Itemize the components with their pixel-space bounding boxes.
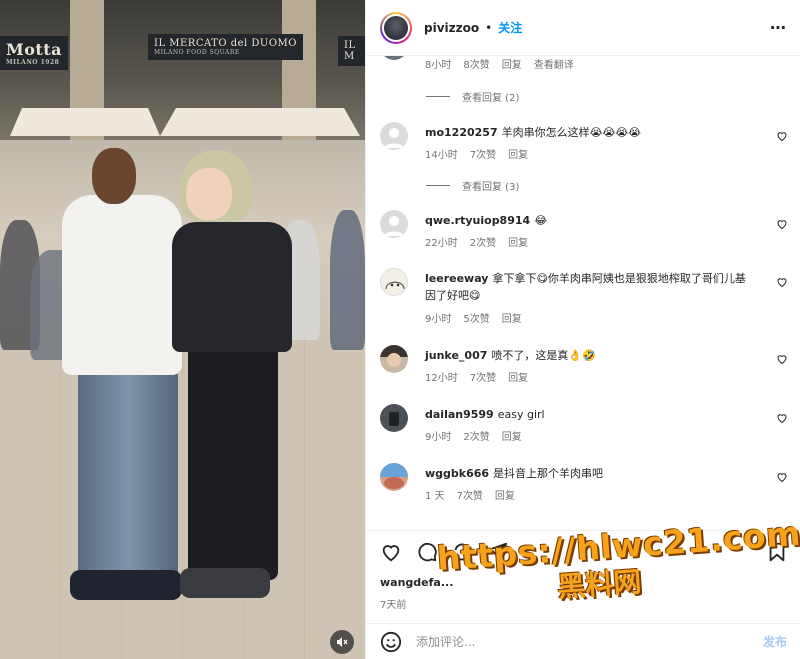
woman-shoes	[180, 568, 270, 598]
commenter-avatar[interactable]	[380, 345, 408, 373]
default-avatar-icon	[384, 216, 404, 236]
reply-button[interactable]: 回复	[508, 369, 528, 384]
comment-item: dailan9599 easy girl 9小时 2次赞 回复	[380, 404, 790, 448]
man-tshirt	[62, 195, 182, 375]
pavement	[0, 330, 365, 659]
like-comment-heart-icon[interactable]	[776, 412, 788, 424]
partial-sign: IL M	[338, 36, 365, 66]
post-header: pivizzoo • 关注 ⋯	[366, 0, 800, 56]
reply-button[interactable]: 回复	[508, 234, 528, 249]
comment-meta: 9小时 2次赞 回复	[425, 428, 522, 443]
comment-text: mo1220257 羊肉串你怎么这样😭😭😭😭	[425, 126, 642, 139]
man-jeans	[78, 370, 178, 580]
reply-button[interactable]: 回复	[495, 487, 515, 502]
comments-list: 8小时 8次赞 回复 查看翻译 查看回复 (2) mo1220257 羊肉串你怎么…	[366, 56, 800, 526]
woman-top	[172, 222, 292, 352]
comment-item: wggbk666 是抖音上那个羊肉串吧 1 天 7次赞 回复	[380, 463, 790, 507]
commenter-username[interactable]: wggbk666	[425, 467, 489, 480]
motta-sign: Motta MILANO 1928	[0, 36, 69, 70]
photo-avatar-icon	[380, 463, 408, 489]
comment-item: junke_007 喷不了，这是真👌🤣 12小时 7次赞 回复	[380, 345, 790, 389]
speaker-muted-icon	[337, 637, 348, 647]
post-media-video[interactable]: Motta MILANO 1928 IL MERCATO del DUOMO MIL…	[0, 0, 365, 659]
view-replies-button[interactable]: 查看回复 (2)	[426, 89, 519, 104]
mercato-sign: IL MERCATO del DUOMO MILANO FOOD SQUARE	[148, 34, 303, 60]
commenter-avatar[interactable]	[380, 122, 408, 150]
post-comment-button[interactable]: 发布	[763, 633, 787, 650]
more-options-icon[interactable]: ⋯	[770, 18, 787, 37]
commenter-username[interactable]: mo1220257	[425, 126, 498, 139]
like-comment-heart-icon[interactable]	[776, 130, 788, 142]
comment-meta: 1 天 7次赞 回复	[425, 487, 515, 502]
commenter-username[interactable]: dailan9599	[425, 408, 494, 421]
emoji-icon[interactable]	[380, 631, 402, 653]
author-username[interactable]: pivizzoo	[424, 21, 479, 35]
view-replies-button[interactable]: 查看回复 (3)	[426, 178, 519, 193]
comment-meta: 22小时 2次赞 回复	[425, 234, 528, 249]
man-head	[92, 148, 136, 204]
anime-avatar-icon	[385, 281, 405, 290]
add-comment-bar: 添加评论... 发布	[366, 623, 800, 659]
reply-button[interactable]: 回复	[502, 428, 522, 443]
author-avatar[interactable]	[380, 11, 412, 44]
like-heart-icon[interactable]	[380, 541, 402, 563]
umbrella	[160, 108, 360, 136]
commenter-avatar[interactable]	[380, 56, 408, 60]
post-timestamp[interactable]: 7天前	[380, 596, 406, 611]
woman-pants	[188, 345, 278, 580]
comment-item: 8小时 8次赞 回复 查看翻译	[380, 56, 790, 76]
comment-item: qwe.rtyuiop8914 😂 22小时 2次赞 回复	[380, 210, 790, 254]
audio-toggle-button[interactable]	[330, 630, 354, 654]
woman-face	[186, 168, 232, 220]
comment-text: dailan9599 easy girl	[425, 408, 545, 421]
reply-button[interactable]: 回复	[502, 56, 522, 71]
commenter-username[interactable]: junke_007	[425, 349, 487, 362]
man-shoes	[70, 570, 182, 600]
commenter-avatar[interactable]	[380, 268, 408, 296]
like-comment-heart-icon[interactable]	[776, 471, 788, 483]
instagram-post-modal: Motta MILANO 1928 IL MERCATO del DUOMO MIL…	[0, 0, 800, 659]
photo-avatar-icon	[389, 412, 399, 426]
crowd-figure	[330, 210, 365, 350]
follow-button[interactable]: 关注	[498, 19, 522, 36]
photo-avatar-icon	[380, 345, 408, 367]
comment-meta: 14小时 7次赞 回复	[425, 146, 528, 161]
like-comment-heart-icon[interactable]	[776, 218, 788, 230]
like-comment-heart-icon[interactable]	[776, 276, 788, 288]
comment-input[interactable]: 添加评论...	[416, 633, 763, 650]
comment-item: leereeway 拿下拿下😋你羊肉串阿姨也是狠狠地榨取了哥们儿基因了好吧😋 9小…	[380, 268, 790, 330]
like-comment-heart-icon[interactable]	[776, 353, 788, 365]
commenter-username[interactable]: leereeway	[425, 272, 488, 285]
reply-button[interactable]: 回复	[502, 310, 522, 325]
comment-text: leereeway 拿下拿下😋你羊肉串阿姨也是狠狠地榨取了哥们儿基因了好吧😋	[425, 272, 746, 302]
comment-text: junke_007 喷不了，这是真👌🤣	[425, 349, 596, 362]
comment-meta: 8小时 8次赞 回复 查看翻译	[425, 56, 574, 71]
comment-item: mo1220257 羊肉串你怎么这样😭😭😭😭 14小时 7次赞 回复	[380, 122, 790, 182]
comment-meta: 9小时 5次赞 回复	[425, 310, 522, 325]
commenter-avatar[interactable]	[380, 210, 408, 238]
commenter-username[interactable]: qwe.rtyuiop8914	[425, 214, 530, 227]
comment-text: qwe.rtyuiop8914 😂	[425, 214, 548, 227]
comment-meta: 12小时 7次赞 回复	[425, 369, 528, 384]
commenter-avatar[interactable]	[380, 404, 408, 432]
umbrella	[10, 108, 160, 136]
comment-bubble-icon[interactable]	[416, 541, 438, 563]
separator-dot: •	[485, 20, 493, 35]
see-translation-button[interactable]: 查看翻译	[534, 56, 574, 71]
default-avatar-icon	[384, 128, 404, 148]
comment-text: wggbk666 是抖音上那个羊肉串吧	[425, 467, 604, 480]
reply-button[interactable]: 回复	[508, 146, 528, 161]
commenter-avatar[interactable]	[380, 463, 408, 491]
